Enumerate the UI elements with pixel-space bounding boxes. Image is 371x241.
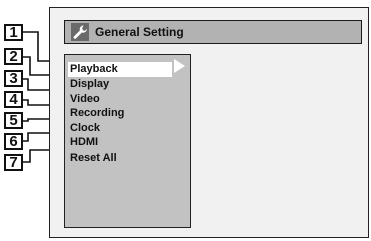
title-bar: General Setting [64,20,362,44]
menu-item-reset-all[interactable]: Reset All [68,151,117,166]
callout-5: 5 [4,112,23,129]
callout-7: 7 [4,154,23,171]
menu-item-display[interactable]: Display [68,77,109,92]
callout-4: 4 [4,91,23,108]
setup-screen: General Setting Playback Display Video R… [49,7,369,238]
right-triangle-icon [174,59,185,73]
menu-item-clock[interactable]: Clock [68,121,100,136]
settings-menu: Playback Display Video Recording Clock H… [64,54,191,228]
callout-2: 2 [4,48,23,65]
menu-item-recording[interactable]: Recording [68,106,124,121]
menu-item-hdmi[interactable]: HDMI [68,135,98,150]
callout-6: 6 [4,133,23,150]
menu-item-video[interactable]: Video [68,92,100,107]
menu-item-playback[interactable]: Playback [68,62,172,77]
wrench-icon [71,23,89,41]
callout-3: 3 [4,70,23,87]
page-title: General Setting [95,25,184,39]
callout-1: 1 [4,24,23,41]
